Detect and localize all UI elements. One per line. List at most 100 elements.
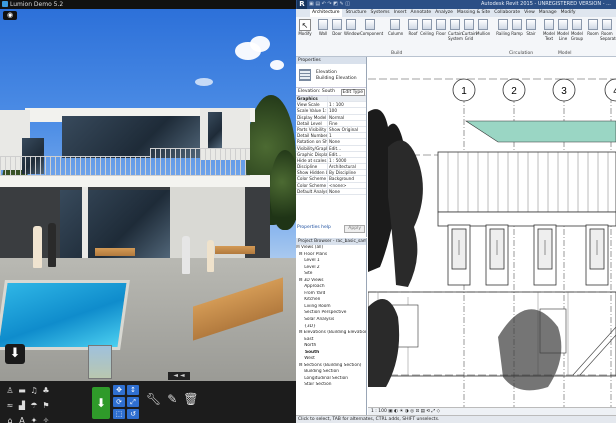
property-value[interactable]: Edit... <box>328 146 366 151</box>
tab-insert[interactable]: Insert <box>394 9 407 17</box>
tab-modify[interactable]: Modify <box>561 9 576 17</box>
property-value[interactable]: 1 <box>328 133 366 138</box>
sound-icon[interactable]: ♫ <box>29 385 39 397</box>
curtain-system-button[interactable]: Curtain System <box>448 19 463 41</box>
person <box>207 240 214 272</box>
spark-icon[interactable]: ✧ <box>41 415 51 423</box>
curtain-system-icon <box>450 19 460 30</box>
browser-item[interactable]: Stair Section <box>296 382 366 389</box>
mullion-icon <box>478 19 488 30</box>
type-selector[interactable]: Elevation Building Elevation <box>296 64 366 88</box>
room-separator-button[interactable]: Room Separator <box>600 19 616 41</box>
person-walk-icon[interactable]: ☂ <box>29 400 39 412</box>
property-value[interactable]: Background <box>328 176 366 181</box>
model-line-button[interactable]: Model Line <box>556 19 570 41</box>
apply-button[interactable]: Apply <box>344 225 365 233</box>
drawing-area[interactable]: 1 2 3 4 <box>368 57 616 407</box>
scale-icon[interactable]: ⤢ <box>127 397 139 407</box>
property-key: Default Analysi... <box>297 188 328 194</box>
flag-icon[interactable]: ⚑ <box>41 400 51 412</box>
mullion-button[interactable]: Mullion <box>476 19 490 36</box>
browser-tree: ⊟ Views (all) ⊟ Floor Plans Level 1 Leve… <box>296 245 366 389</box>
room-separator-icon <box>602 19 612 30</box>
property-value[interactable]: Edit... <box>328 152 366 157</box>
model-group-button[interactable]: Model Group <box>570 19 584 41</box>
property-value[interactable]: 100 <box>328 108 366 113</box>
floor-button[interactable]: Floor <box>434 19 448 36</box>
height-icon[interactable]: ↕ <box>127 385 139 395</box>
tab-collaborate[interactable]: Collaborate <box>494 9 520 17</box>
property-value[interactable]: Normal <box>328 115 366 120</box>
wrench-icon[interactable]: 🔧︎ <box>146 392 161 406</box>
tab-structure[interactable]: Structure <box>346 9 367 17</box>
door-button[interactable]: Door <box>330 19 344 36</box>
lumion-viewport[interactable]: Lumion Demo 5.2 ◉ ⬇ ◄ ◄ ♙ ▬ ♫ ♣ ≈ ▟ ☂ ⚑ … <box>0 0 296 423</box>
room-button[interactable]: Room <box>586 19 600 36</box>
move-icon[interactable]: ✥ <box>113 385 125 395</box>
tab-view[interactable]: View <box>524 9 535 17</box>
tab-systems[interactable]: Systems <box>371 9 390 17</box>
window-button[interactable]: Window <box>344 19 360 36</box>
revit-logo-icon[interactable]: R <box>297 0 307 9</box>
window-icon <box>346 19 356 30</box>
property-value[interactable]: None <box>328 139 366 144</box>
curtain-grid-button[interactable]: Curtain Grid <box>462 19 477 41</box>
property-value[interactable]: By Discipline <box>328 170 366 175</box>
model-text-button[interactable]: Model Text <box>542 19 556 41</box>
wall-button[interactable]: Wall <box>316 19 330 36</box>
fish-icon[interactable]: ≈ <box>5 400 15 412</box>
property-key: Hide at scales c... <box>297 157 328 164</box>
browser-item[interactable]: ⊟ Elevations (Building Elevation <box>296 330 366 337</box>
property-row[interactable]: Default Analysi...None <box>296 188 366 195</box>
effect-icon[interactable]: ✦ <box>29 415 39 423</box>
property-value[interactable]: Fine <box>328 121 366 126</box>
component-button[interactable]: Component <box>360 19 383 36</box>
eye-icon[interactable]: ◉ <box>3 11 17 20</box>
preview-thumbnail[interactable] <box>88 345 112 379</box>
tab-annotate[interactable]: Annotate <box>411 9 432 17</box>
home-icon[interactable]: ⌂ <box>5 415 15 423</box>
properties-panel: Properties Elevation Building Elevation … <box>296 57 367 237</box>
column-button[interactable]: Column <box>388 19 403 36</box>
rotate-icon[interactable]: ⟳ <box>113 397 125 407</box>
model-text-icon <box>544 19 554 30</box>
column <box>82 187 88 267</box>
select-icon[interactable]: ⬚ <box>113 409 125 419</box>
property-key: Display Model <box>297 114 328 120</box>
instance-filter[interactable]: Elevation: South Edit Type <box>296 88 366 96</box>
trash-icon[interactable]: 🗑︎ <box>183 392 198 406</box>
modify-button[interactable]: ↖ Modify <box>297 19 313 45</box>
property-key: Graphics <box>296 96 328 102</box>
pencil-icon[interactable]: ✎ <box>167 392 177 406</box>
ramp-button[interactable]: Ramp <box>510 19 524 36</box>
tab-massing[interactable]: Massing & Site <box>457 9 490 17</box>
railing-button[interactable]: Railing <box>496 19 510 36</box>
stair-button[interactable]: Stair <box>524 19 538 36</box>
property-value[interactable]: Architectural <box>328 164 366 169</box>
property-value[interactable]: Show Original <box>328 127 366 132</box>
property-value[interactable]: <none> <box>328 183 366 188</box>
tab-architecture[interactable]: Architecture <box>310 9 342 17</box>
floor-icon <box>436 19 446 30</box>
roof-button[interactable]: Roof <box>406 19 420 36</box>
property-key: Detail Level <box>296 120 328 126</box>
property-value[interactable]: 1 : 100 <box>328 102 366 107</box>
property-key: Color Scheme <box>297 182 328 188</box>
delete-icon[interactable]: ↺ <box>127 409 139 419</box>
tree-icon[interactable]: ♣ <box>41 385 51 397</box>
edit-type-button[interactable]: Edit Type <box>340 89 365 96</box>
tab-analyze[interactable]: Analyze <box>435 9 453 17</box>
person-icon[interactable]: ♙ <box>5 385 15 397</box>
place-mode-button[interactable]: ⬇ <box>92 387 110 419</box>
property-value[interactable]: None <box>328 189 366 194</box>
ceiling-button[interactable]: Ceiling <box>420 19 434 36</box>
properties-help-link[interactable]: Properties help <box>297 225 331 230</box>
quick-access-toolbar[interactable]: ▣ ▤ ↶ ↷ ◩ ✎ ◫ <box>309 0 350 9</box>
view-control-bar[interactable]: 1 : 100 ▣ ◐ ☀ ◑ ◎ ⊡ ▤ ⟲ ⤢ ◇ <box>368 407 616 415</box>
text-icon[interactable]: A <box>17 415 27 423</box>
download-icon[interactable]: ⬇ <box>5 344 25 364</box>
car-icon[interactable]: ▬ <box>17 385 27 397</box>
tab-manage[interactable]: Manage <box>539 9 557 17</box>
property-value[interactable]: 1 : 5000 <box>328 158 366 163</box>
building-icon[interactable]: ▟ <box>17 400 27 412</box>
